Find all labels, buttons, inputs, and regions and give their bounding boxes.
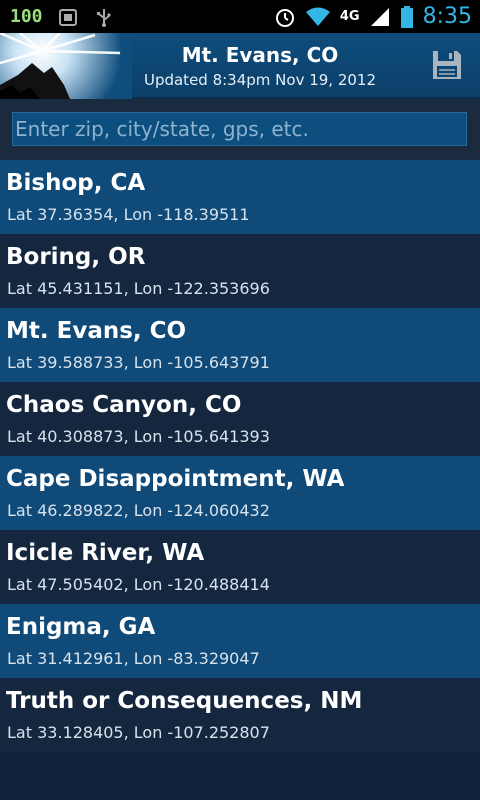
location-name: Cape Disappointment, WA (6, 466, 345, 492)
location-coords: Lat 31.412961, Lon -83.329047 (7, 649, 260, 668)
app-logo-icon (0, 33, 132, 99)
location-search-input[interactable] (12, 112, 467, 146)
location-coords: Lat 33.128405, Lon -107.252807 (7, 723, 270, 742)
location-name: Boring, OR (6, 244, 146, 270)
location-name: Chaos Canyon, CO (6, 392, 242, 418)
header-updated-text: Updated 8:34pm Nov 19, 2012 (143, 71, 377, 89)
alarm-icon (275, 8, 294, 27)
location-list-item[interactable]: Boring, OR Lat 45.431151, Lon -122.35369… (0, 234, 480, 308)
location-list-item[interactable]: Bishop, CA Lat 37.36354, Lon -118.39511 (0, 160, 480, 234)
battery-level-text: 100 (10, 6, 43, 27)
status-bar: 100 4G 8:35 (0, 0, 480, 33)
notification-icon (58, 8, 77, 26)
location-list: Bishop, CA Lat 37.36354, Lon -118.39511 … (0, 160, 480, 752)
action-bar: Mt. Evans, CO Updated 8:34pm Nov 19, 201… (0, 33, 480, 99)
status-left-group: 100 (0, 6, 115, 28)
network-4g-icon: 4G (339, 8, 360, 24)
location-name: Truth or Consequences, NM (6, 688, 363, 714)
location-name: Bishop, CA (6, 170, 146, 196)
location-list-item[interactable]: Truth or Consequences, NM Lat 33.128405,… (0, 678, 480, 752)
network-type-label: 4G (339, 8, 360, 24)
location-name: Icicle River, WA (6, 540, 205, 566)
location-list-item[interactable]: Icicle River, WA Lat 47.505402, Lon -120… (0, 530, 480, 604)
wifi-icon (305, 7, 330, 26)
location-coords: Lat 46.289822, Lon -124.060432 (7, 501, 270, 520)
location-name: Enigma, GA (6, 614, 156, 640)
search-area (0, 99, 480, 160)
battery-icon (400, 5, 413, 28)
location-coords: Lat 45.431151, Lon -122.353696 (7, 279, 270, 298)
clock-text: 8:35 (422, 4, 472, 29)
location-list-item[interactable]: Cape Disappointment, WA Lat 46.289822, L… (0, 456, 480, 530)
location-name: Mt. Evans, CO (6, 318, 187, 344)
location-list-item[interactable]: Mt. Evans, CO Lat 39.588733, Lon -105.64… (0, 308, 480, 382)
header-title: Mt. Evans, CO (181, 43, 339, 67)
location-list-item[interactable]: Chaos Canyon, CO Lat 40.308873, Lon -105… (0, 382, 480, 456)
usb-icon (96, 8, 111, 27)
location-coords: Lat 40.308873, Lon -105.641393 (7, 427, 270, 446)
location-coords: Lat 47.505402, Lon -120.488414 (7, 575, 270, 594)
save-icon[interactable] (430, 48, 464, 82)
signal-icon (370, 7, 389, 26)
location-coords: Lat 39.588733, Lon -105.643791 (7, 353, 270, 372)
location-list-item[interactable]: Enigma, GA Lat 31.412961, Lon -83.329047 (0, 604, 480, 678)
location-coords: Lat 37.36354, Lon -118.39511 (7, 205, 250, 224)
status-right-group: 4G 8:35 (274, 4, 480, 29)
